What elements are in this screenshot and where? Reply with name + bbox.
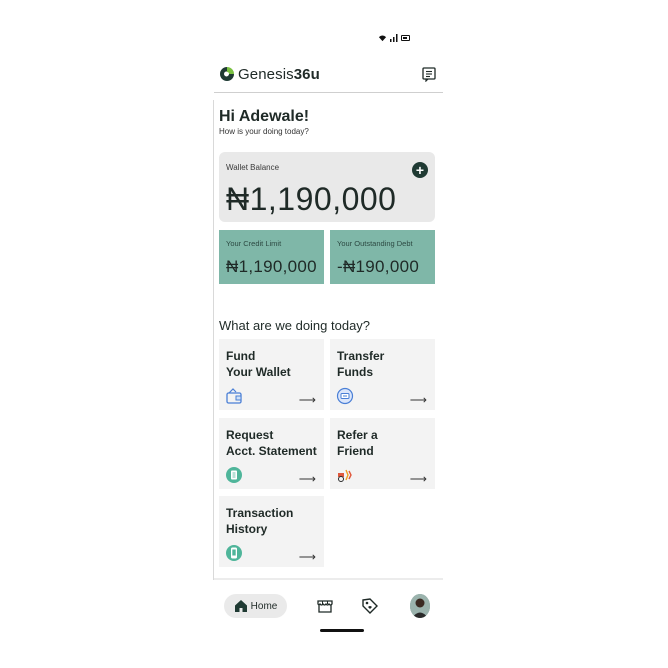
greeting: Hi Adewale! How is your doing today? xyxy=(219,108,309,136)
arrow-icon: ⟶ xyxy=(298,550,316,564)
add-funds-button[interactable]: + xyxy=(412,162,428,178)
brand: Genesis36u xyxy=(219,66,320,83)
tab-home[interactable]: Home xyxy=(224,594,287,618)
fund-wallet-tile[interactable]: Fund Your Wallet ⟶ xyxy=(219,339,324,410)
greeting-title: Hi Adewale! xyxy=(219,108,310,125)
credit-limit-card: Your Credit Limit ₦1,190,000 xyxy=(219,230,324,284)
bottom-tabbar: Home xyxy=(214,590,443,622)
request-statement-tile[interactable]: Request Acct. Statement ⟶ xyxy=(219,418,324,489)
tab-home-label: Home xyxy=(250,600,278,612)
screen-edge xyxy=(213,100,214,580)
app-header: Genesis36u xyxy=(219,60,437,88)
wallet-balance-label: Wallet Balance xyxy=(226,163,280,172)
store-icon[interactable] xyxy=(315,596,335,616)
tile-label: Fund Your Wallet xyxy=(226,349,291,379)
plus-icon: + xyxy=(415,162,425,178)
brand-prefix: Genesis xyxy=(238,65,294,83)
refer-icon xyxy=(338,469,352,482)
tabbar-divider xyxy=(214,578,443,580)
wallet-balance-card: Wallet Balance ₦1,190,000 + xyxy=(219,152,435,222)
avatar[interactable] xyxy=(410,594,430,618)
wifi-icon xyxy=(378,35,387,42)
transfer-icon xyxy=(336,387,354,405)
transaction-history-tile[interactable]: Transaction History ⟶ xyxy=(219,496,324,567)
transfer-funds-tile[interactable]: Transfer Funds ⟶ xyxy=(330,339,435,410)
genesis-logo-icon xyxy=(220,67,234,81)
message-icon[interactable] xyxy=(421,66,437,82)
section-title: What are we doing today? xyxy=(219,318,371,333)
battery-icon xyxy=(401,35,410,41)
wallet-balance-amount: ₦1,190,000 xyxy=(226,181,397,217)
arrow-icon: ⟶ xyxy=(409,393,427,407)
home-icon xyxy=(234,600,247,612)
arrow-icon: ⟶ xyxy=(298,393,316,407)
tile-label: Request Acct. Statement xyxy=(226,428,317,458)
statement-icon xyxy=(226,467,242,483)
tile-label: Transfer Funds xyxy=(337,349,385,379)
outstanding-debt-card: Your Outstanding Debt -₦190,000 xyxy=(330,230,435,284)
refer-friend-tile[interactable]: Refer a Friend ⟶ xyxy=(330,418,435,489)
credit-limit-label: Your Credit Limit xyxy=(226,239,282,248)
profile-avatar-icon xyxy=(410,594,430,618)
brand-suffix: 36u xyxy=(293,65,320,83)
greeting-subtitle: How is your doing today? xyxy=(219,127,309,136)
home-indicator xyxy=(320,629,364,632)
status-bar xyxy=(378,34,410,42)
arrow-icon: ⟶ xyxy=(409,472,427,486)
brand-name: Genesis36u xyxy=(238,66,320,83)
tag-icon[interactable] xyxy=(360,596,380,616)
wallet-icon xyxy=(226,388,242,404)
header-divider xyxy=(214,92,443,93)
credit-limit-amount: ₦1,190,000 xyxy=(226,257,317,276)
tile-label: Transaction History xyxy=(226,506,294,536)
outstanding-debt-label: Your Outstanding Debt xyxy=(337,239,413,248)
arrow-icon: ⟶ xyxy=(298,472,316,486)
signal-icon xyxy=(390,34,398,42)
outstanding-debt-amount: -₦190,000 xyxy=(337,257,420,276)
tile-label: Refer a Friend xyxy=(337,428,378,458)
history-icon xyxy=(226,545,242,561)
